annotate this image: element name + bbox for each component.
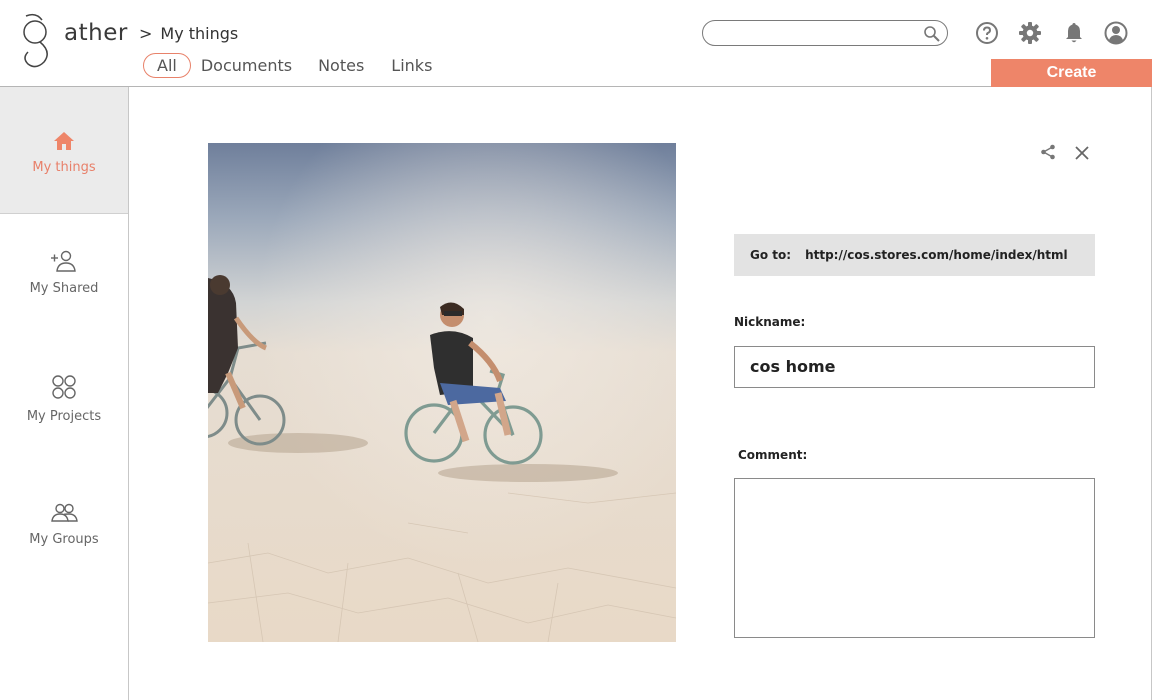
share-icon[interactable]	[1040, 144, 1056, 160]
breadcrumb-current[interactable]: My things	[160, 24, 238, 43]
goto-label: Go to:	[750, 248, 792, 262]
item-detail-panel: Go to: http://cos.stores.com/home/index/h…	[129, 87, 1152, 700]
sidebar-item-my-groups[interactable]: My Groups	[0, 503, 128, 553]
tab-links[interactable]: Links	[391, 56, 432, 75]
help-icon[interactable]	[975, 21, 999, 45]
comment-label: Comment:	[738, 448, 808, 462]
nickname-field[interactable]: cos home	[734, 346, 1095, 388]
close-icon[interactable]	[1074, 145, 1090, 161]
top-header: ather > My things All Documents Notes Lin…	[0, 0, 1152, 87]
create-button[interactable]: Create	[991, 59, 1152, 87]
user-icon[interactable]	[1104, 21, 1128, 45]
gather-logo[interactable]: ather	[18, 12, 127, 70]
gear-icon[interactable]	[1018, 21, 1042, 45]
nickname-label: Nickname:	[734, 315, 806, 329]
search-input[interactable]	[702, 20, 948, 46]
tab-notes[interactable]: Notes	[318, 56, 364, 75]
sidebar: My things My Shared My Projects My Group…	[0, 87, 129, 700]
group-icon	[51, 503, 78, 522]
sidebar-item-label: My Projects	[26, 409, 102, 424]
tab-documents[interactable]: Documents	[201, 56, 292, 75]
logo-g-mark	[23, 13, 48, 68]
sidebar-item-my-projects[interactable]: My Projects	[0, 374, 128, 424]
goto-link-bar[interactable]: Go to: http://cos.stores.com/home/index/h…	[734, 234, 1095, 276]
sidebar-item-label: My Groups	[29, 532, 99, 547]
sidebar-item-label: My things	[32, 160, 96, 175]
logo-text: ather	[64, 20, 128, 46]
breadcrumb-separator: >	[139, 24, 153, 43]
goto-url-link[interactable]: http://cos.stores.com/home/index/html	[805, 248, 1068, 262]
filter-tabs: All Documents Notes Links	[143, 52, 432, 78]
comment-textarea[interactable]	[734, 478, 1095, 638]
add-user-icon	[51, 250, 76, 272]
sidebar-item-my-things[interactable]: My things	[0, 87, 128, 214]
sidebar-item-label: My Shared	[29, 281, 99, 296]
breadcrumb: > My things	[139, 24, 238, 43]
sidebar-item-my-shared[interactable]: My Shared	[0, 250, 128, 300]
grid-circles-icon	[52, 375, 76, 399]
search-icon[interactable]	[923, 25, 941, 43]
bell-icon[interactable]	[1062, 21, 1086, 45]
home-icon	[54, 132, 74, 150]
tab-all[interactable]: All	[143, 52, 191, 78]
item-photo[interactable]	[208, 143, 676, 642]
